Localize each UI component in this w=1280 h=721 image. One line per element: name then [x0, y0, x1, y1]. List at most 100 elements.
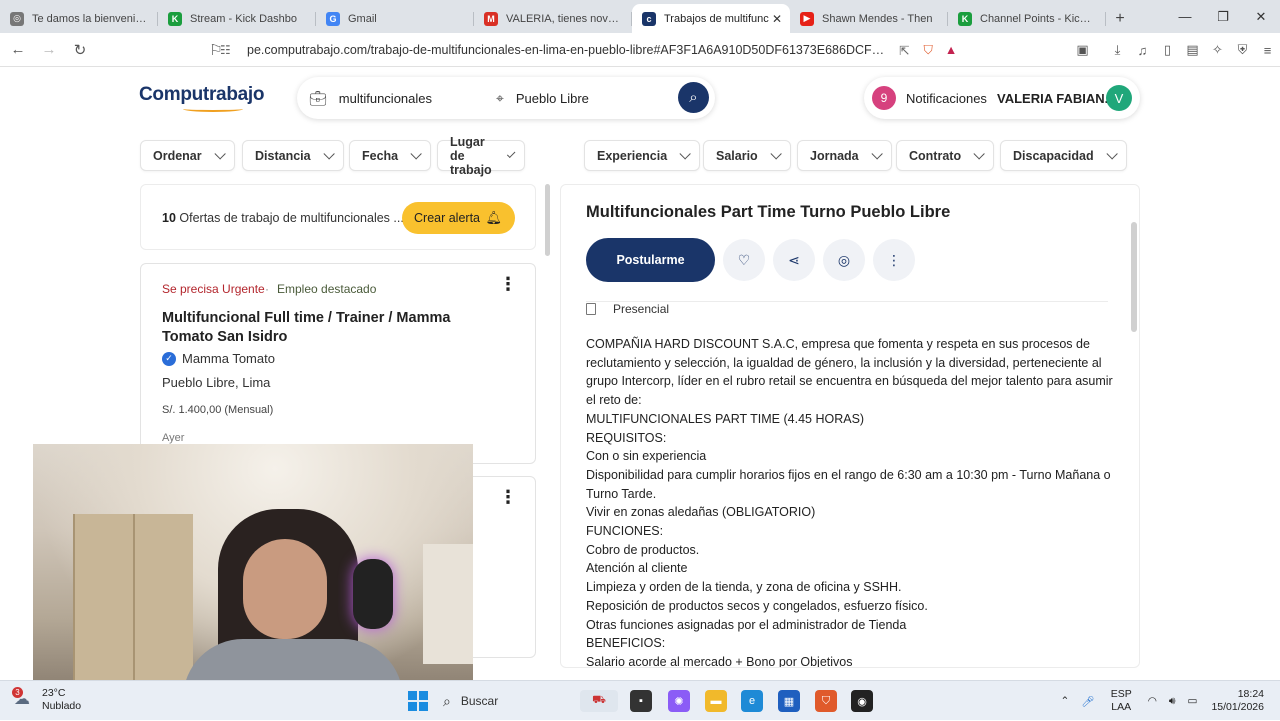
location-field[interactable]: ⌖ Pueblo Libre: [496, 77, 666, 119]
chevron-down-icon: [871, 147, 883, 160]
chevron-down-icon: [507, 149, 516, 158]
work-modality: Presencial: [586, 302, 669, 316]
list-scrollbar[interactable]: [545, 184, 550, 256]
site-settings-icon[interactable]: ☷: [220, 43, 234, 57]
apply-button[interactable]: Postularme: [586, 238, 715, 282]
minimize-icon[interactable]: —: [1166, 0, 1204, 33]
description-line: FUNCIONES:: [586, 524, 664, 539]
user-name[interactable]: VALERIA FABIAN...: [997, 91, 1115, 106]
create-alert-button[interactable]: Crear alerta 🔔︎: [402, 202, 515, 234]
search-icon: ⌕: [689, 89, 698, 106]
description-line: Limpieza y orden de la tienda, y zona de…: [586, 580, 902, 595]
clock[interactable]: 18:24 15/01/2026: [1211, 688, 1264, 714]
weather-widget[interactable]: ☁ 3 23°C Nublado: [12, 687, 82, 713]
weather-condition: Nublado: [42, 700, 82, 712]
more-options-icon[interactable]: ⋮: [499, 274, 517, 295]
computrabajo-logo[interactable]: Computrabajo: [139, 84, 264, 112]
more-options-icon[interactable]: ⋮: [499, 487, 517, 508]
downloads-icon[interactable]: ⤓: [1105, 42, 1130, 58]
job-card[interactable]: Se precisa Urgente · Empleo destacado ⋮ …: [140, 263, 536, 464]
microphone-icon[interactable]: 🎤︎: [1081, 695, 1094, 708]
chevron-down-icon: [214, 147, 226, 160]
start-button[interactable]: [408, 691, 428, 711]
more-button[interactable]: ⋮: [873, 239, 915, 281]
filter-discapacidad[interactable]: Discapacidad: [1000, 140, 1127, 171]
chevron-up-icon[interactable]: ⌃: [1061, 695, 1070, 707]
description-line: Disponibilidad para cumplir horarios fij…: [586, 467, 1111, 501]
close-tab-icon[interactable]: ✕: [772, 12, 782, 26]
filter-jornada[interactable]: Jornada: [797, 140, 892, 171]
wallet-icon[interactable]: ▤: [1180, 42, 1205, 58]
copilot-icon[interactable]: ✺: [668, 690, 690, 712]
file-explorer-icon[interactable]: ▬: [705, 690, 727, 712]
tab-search-icon[interactable]: ▣: [1070, 42, 1095, 58]
obs-icon[interactable]: ◉: [851, 690, 873, 712]
maximize-icon[interactable]: ❐: [1204, 0, 1242, 33]
store-icon[interactable]: ▦: [778, 690, 800, 712]
hide-button[interactable]: ◎: [823, 239, 865, 281]
filter-ordenar[interactable]: Ordenar: [140, 140, 235, 171]
edge-icon[interactable]: e: [741, 690, 763, 712]
new-tab-button[interactable]: +: [1106, 4, 1134, 33]
back-icon[interactable]: ←: [5, 37, 31, 63]
volume-icon[interactable]: 🔊︎: [1169, 695, 1176, 708]
leo-ai-icon[interactable]: ✧: [1205, 42, 1230, 58]
chevron-down-icon: [973, 147, 985, 160]
wifi-icon[interactable]: ◠: [1148, 695, 1157, 707]
widgets-icon[interactable]: ⛟: [580, 690, 618, 712]
notifications-link[interactable]: Notificaciones: [906, 91, 987, 106]
taskbar-search[interactable]: ⌕ Buscar: [443, 689, 573, 713]
filter-fecha[interactable]: Fecha: [349, 140, 432, 171]
close-window-icon[interactable]: ✕: [1242, 0, 1280, 33]
tab-label: Gmail: [348, 12, 377, 25]
avatar[interactable]: V: [1106, 85, 1132, 111]
detail-scrollbar[interactable]: [1131, 222, 1137, 332]
browser-tab[interactable]: c Trabajos de multifunc ✕: [632, 4, 790, 33]
forward-icon[interactable]: →: [36, 37, 62, 63]
share-button[interactable]: ⋖: [773, 239, 815, 281]
notifications-badge[interactable]: 9: [872, 86, 896, 110]
filter-contrato[interactable]: Contrato: [896, 140, 995, 171]
keyword-input[interactable]: multifuncionales: [339, 91, 432, 106]
browser-tab[interactable]: M VALERIA, tienes novedade: [474, 4, 632, 33]
brave-shield-icon[interactable]: ⛉: [923, 43, 932, 58]
filter-salario[interactable]: Salario: [703, 140, 791, 171]
search-button[interactable]: ⌕: [678, 82, 709, 113]
filter-distancia[interactable]: Distancia: [242, 140, 344, 171]
task-view-icon[interactable]: ▪: [630, 690, 652, 712]
url-text[interactable]: pe.computrabajo.com/trabajo-de-multifunc…: [247, 43, 887, 57]
media-icon[interactable]: ♫: [1130, 43, 1155, 58]
vpn-icon[interactable]: ⛨: [1230, 42, 1255, 58]
sidebar-icon[interactable]: ▯: [1155, 42, 1180, 58]
google-icon: G: [326, 11, 340, 26]
results-count-text: 10 Ofertas de trabajo de multifuncionale…: [162, 211, 404, 225]
brave-icon[interactable]: ⛉: [815, 690, 837, 712]
browser-tab[interactable]: G Gmail: [316, 4, 474, 33]
location-input[interactable]: Pueblo Libre: [516, 91, 589, 106]
kick-icon: K: [168, 11, 182, 26]
browser-tab[interactable]: ◎ Te damos la bienvenida a: [0, 4, 158, 33]
company-name[interactable]: Mamma Tomato: [182, 351, 275, 366]
favorite-button[interactable]: ♡: [723, 239, 765, 281]
detail-title: Multifuncionales Part Time Turno Pueblo …: [586, 203, 951, 221]
share-icon[interactable]: ⇱: [899, 43, 909, 58]
menu-icon[interactable]: ≡: [1255, 43, 1280, 58]
job-title[interactable]: Multifuncional Full time / Trainer / Mam…: [162, 309, 492, 347]
job-search-bar: 💼︎ multifuncionales ⌖ Pueblo Libre ⌕: [297, 77, 715, 119]
webcam-face: [243, 539, 327, 639]
filter-label: Fecha: [362, 148, 399, 163]
browser-tab[interactable]: K Channel Points - Kick Dash: [948, 4, 1106, 33]
filter-experiencia[interactable]: Experiencia: [584, 140, 701, 171]
filter-lugar-de-trabajo[interactable]: Lugar de trabajo: [437, 135, 525, 177]
keyword-field[interactable]: 💼︎ multifuncionales: [309, 77, 489, 119]
results-count: 10: [162, 211, 176, 225]
description-line: REQUISITOS:: [586, 430, 667, 445]
brave-rewards-icon[interactable]: ▲: [945, 43, 957, 57]
description-line: Reposición de productos secos y congelad…: [586, 598, 928, 613]
reload-icon[interactable]: ↻: [67, 37, 93, 63]
battery-icon[interactable]: ▭: [1188, 695, 1198, 707]
url-omnibox[interactable]: ☷ pe.computrabajo.com/trabajo-de-multifu…: [220, 38, 990, 62]
browser-tab[interactable]: K Stream - Kick Dashbo: [158, 4, 316, 33]
language-indicator[interactable]: ESP LAA: [1111, 688, 1132, 714]
browser-tab[interactable]: ▶ Shawn Mendes - Then: [790, 4, 948, 33]
